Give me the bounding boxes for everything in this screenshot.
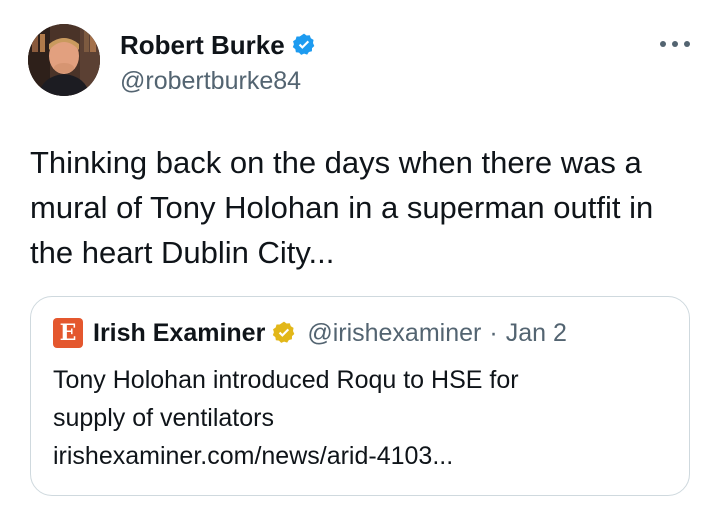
more-dot xyxy=(684,41,690,47)
quoted-text-line: Tony Holohan introduced Roqu to HSE for xyxy=(53,366,519,394)
quoted-tweet-header: E Irish Examiner @irishexaminer · Jan 2 xyxy=(53,317,567,349)
more-options-button[interactable] xyxy=(660,34,690,54)
author-display-name[interactable]: Robert Burke xyxy=(120,28,285,62)
quoted-text-line: supply of ventilators xyxy=(53,404,274,432)
quoted-date[interactable]: Jan 2 xyxy=(506,319,567,348)
author-handle[interactable]: @robertburke84 xyxy=(120,64,317,98)
separator-dot: · xyxy=(489,318,498,347)
verified-badge-icon[interactable] xyxy=(291,32,317,58)
author-name-row: Robert Burke xyxy=(120,28,317,62)
tweet-text: Thinking back on the days when there was… xyxy=(30,145,654,270)
profile-photo xyxy=(28,24,100,96)
gold-verified-badge-icon xyxy=(271,320,297,346)
quoted-handle[interactable]: @irishexaminer xyxy=(307,319,481,348)
quoted-tweet-card[interactable]: E Irish Examiner @irishexaminer · Jan 2 … xyxy=(30,296,690,496)
more-horizontal-icon xyxy=(660,41,666,47)
quoted-link[interactable]: irishexaminer.com/news/arid-4103... xyxy=(53,437,673,475)
quoted-display-name[interactable]: Irish Examiner xyxy=(93,319,265,348)
more-dot xyxy=(672,41,678,47)
irish-examiner-logo-icon: E xyxy=(53,318,83,348)
quoted-tweet-body: Tony Holohan introduced Roqu to HSE for … xyxy=(53,361,673,475)
author-block: Robert Burke @robertburke84 xyxy=(120,28,317,98)
avatar[interactable] xyxy=(28,24,100,96)
